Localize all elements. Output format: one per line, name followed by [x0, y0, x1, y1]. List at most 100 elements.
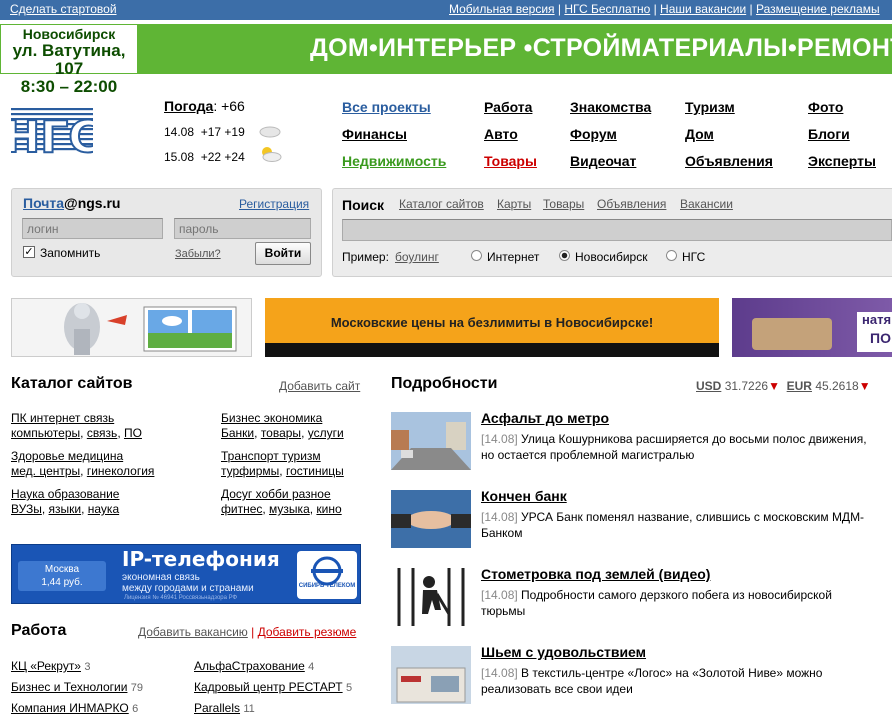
remember-checkbox[interactable]: ✓: [23, 246, 35, 258]
catalog-item[interactable]: турфирмы: [221, 464, 279, 478]
catalog-item[interactable]: фитнес: [221, 502, 262, 516]
news-thumbnail[interactable]: [391, 490, 471, 548]
ngs-logo[interactable]: НГС: [2, 100, 102, 164]
purple-ad-banner[interactable]: натя ПО: [732, 298, 892, 357]
add-resume-link[interactable]: Добавить резюме: [258, 625, 357, 639]
catalog-item[interactable]: кино: [316, 502, 341, 516]
ip-ad-license: Лицензия № 46941 Россвязьнадзора РФ: [124, 595, 238, 601]
scope-internet-label: Интернет: [487, 250, 540, 264]
catalog-item[interactable]: услуги: [308, 426, 344, 440]
news-item-text: [14.08] В текстиль-центре «Логос» на «Зо…: [481, 665, 876, 697]
mobile-version-link[interactable]: Мобильная версия: [449, 2, 555, 16]
ngs-free-link[interactable]: НГС Бесплатно: [564, 2, 650, 16]
nav-rabota[interactable]: Работа: [484, 99, 532, 115]
make-home-link[interactable]: Сделать стартовой: [10, 2, 117, 16]
search-tab-catalog[interactable]: Каталог сайтов: [399, 197, 484, 211]
catalog-group-head[interactable]: Бизнес экономика: [221, 411, 322, 425]
nav-dom[interactable]: Дом: [685, 126, 714, 142]
nav-turizm[interactable]: Туризм: [685, 99, 735, 115]
shopping-center-photo: [391, 646, 471, 704]
catalog-group-head[interactable]: ПК интернет связь: [11, 411, 114, 425]
advertising-link[interactable]: Размещение рекламы: [756, 2, 880, 16]
login-button[interactable]: Войти: [255, 242, 311, 265]
job-company-link[interactable]: КЦ «Рекрут»: [11, 659, 81, 673]
banner-text: ДОМ•ИНТЕРЬЕР •СТРОЙМАТЕРИАЛЫ•РЕМОНТ •: [310, 34, 892, 62]
job-count: 5: [345, 682, 353, 694]
news-thumbnail[interactable]: [391, 646, 471, 704]
catalog-item[interactable]: гостиницы: [286, 464, 344, 478]
catalog-group-head[interactable]: Транспорт туризм: [221, 449, 321, 463]
catalog-item[interactable]: языки: [49, 502, 82, 516]
usd-link[interactable]: USD: [696, 379, 721, 393]
catalog-item[interactable]: Банки: [221, 426, 254, 440]
password-input[interactable]: [174, 218, 311, 239]
news-thumbnail[interactable]: [391, 568, 471, 626]
eur-link[interactable]: EUR: [787, 379, 812, 393]
nav-nedvizhimost[interactable]: Недвижимость: [342, 153, 446, 169]
catalog-item[interactable]: ВУЗы: [11, 502, 42, 516]
job-count: 11: [243, 703, 255, 715]
nav-foto[interactable]: Фото: [808, 99, 843, 115]
search-tab-ads[interactable]: Объявления: [597, 197, 666, 211]
search-example-link[interactable]: боулинг: [395, 250, 439, 264]
job-count: 6: [132, 703, 139, 715]
scope-novosibirsk-radio[interactable]: [559, 250, 570, 261]
news-item-title[interactable]: Асфальт до метро: [481, 410, 609, 426]
job-company-link[interactable]: Parallels: [194, 701, 240, 715]
news-item-title[interactable]: Шьем с удовольствием: [481, 644, 646, 660]
top-bar: Сделать стартовой Мобильная версия | НГС…: [0, 0, 892, 20]
nav-obyavleniya[interactable]: Объявления: [685, 153, 773, 169]
add-site-link[interactable]: Добавить сайт: [279, 379, 360, 393]
news-item-title[interactable]: Кончен банк: [481, 488, 567, 504]
mail-link[interactable]: Почта: [23, 195, 64, 211]
catalog-item[interactable]: гинекология: [87, 464, 155, 478]
weather-link[interactable]: Погода: [164, 98, 213, 114]
nav-eksperty[interactable]: Эксперты: [808, 153, 876, 169]
ip-telephony-ad[interactable]: Москва 1,44 руб. IP-телефония экономная …: [11, 544, 361, 604]
nav-avto[interactable]: Авто: [484, 126, 518, 142]
nav-blogi[interactable]: Блоги: [808, 126, 850, 142]
nav-videochat[interactable]: Видеочат: [570, 153, 636, 169]
catalog-group-head[interactable]: Здоровье медицина: [11, 449, 123, 463]
login-input[interactable]: [22, 218, 163, 239]
orange-ad-banner[interactable]: Московские цены на безлимиты в Новосибир…: [265, 298, 719, 357]
catalog-item[interactable]: ПО: [124, 426, 142, 440]
catalog-item[interactable]: компьютеры: [11, 426, 80, 440]
job-company-link[interactable]: Компания ИНМАРКО: [11, 701, 129, 715]
eur-rate: 45.2618: [815, 379, 859, 393]
search-tab-goods[interactable]: Товары: [543, 197, 584, 211]
catalog-item[interactable]: товары: [261, 426, 301, 440]
nav-znakomstva[interactable]: Знакомства: [570, 99, 651, 115]
vacancies-link[interactable]: Наши вакансии: [660, 2, 746, 16]
job-company-link[interactable]: АльфаСтрахование: [194, 659, 305, 673]
catalog-item[interactable]: мед. центры: [11, 464, 80, 478]
nav-finansy[interactable]: Финансы: [342, 126, 407, 142]
forgot-link[interactable]: Забыли?: [175, 248, 221, 260]
weather-temps: +17 +19: [200, 125, 245, 139]
catalog-group-head[interactable]: Наука образование: [11, 487, 119, 501]
search-tab-vacancies[interactable]: Вакансии: [680, 197, 733, 211]
add-vacancy-link[interactable]: Добавить вакансию: [138, 625, 248, 639]
news-summary: В текстиль-центре «Логос» на «Золотой Ни…: [481, 666, 823, 696]
job-company-link[interactable]: Бизнес и Технологии: [11, 680, 127, 694]
nav-forum[interactable]: Форум: [570, 126, 617, 142]
catalog-group-transport: Транспорт туризм турфирмы, гостиницы: [221, 449, 344, 478]
nav-tovary[interactable]: Товары: [484, 153, 537, 169]
news-item-title[interactable]: Стометровка под землей (видео): [481, 566, 710, 582]
catalog-group-head[interactable]: Досуг хобби разное: [221, 487, 331, 501]
mail-login-panel: Почта@ngs.ru Регистрация ✓ Запомнить Заб…: [11, 188, 322, 277]
job-company-link[interactable]: Кадровый центр РЕСТАРТ: [194, 680, 343, 694]
search-tab-maps[interactable]: Карты: [497, 197, 531, 211]
register-link[interactable]: Регистрация: [239, 197, 309, 211]
nav-all-projects[interactable]: Все проекты: [342, 99, 431, 115]
window-ad-banner[interactable]: [11, 298, 252, 357]
catalog-item[interactable]: связь: [87, 426, 118, 440]
catalog-item[interactable]: наука: [88, 502, 119, 516]
catalog-title: Каталог сайтов: [11, 375, 133, 392]
news-thumbnail[interactable]: [391, 412, 471, 470]
window-ad-image: [12, 299, 251, 356]
scope-ngs-radio[interactable]: [666, 250, 677, 261]
search-input[interactable]: [342, 219, 892, 241]
scope-internet-radio[interactable]: [471, 250, 482, 261]
catalog-item[interactable]: музыка: [269, 502, 310, 516]
